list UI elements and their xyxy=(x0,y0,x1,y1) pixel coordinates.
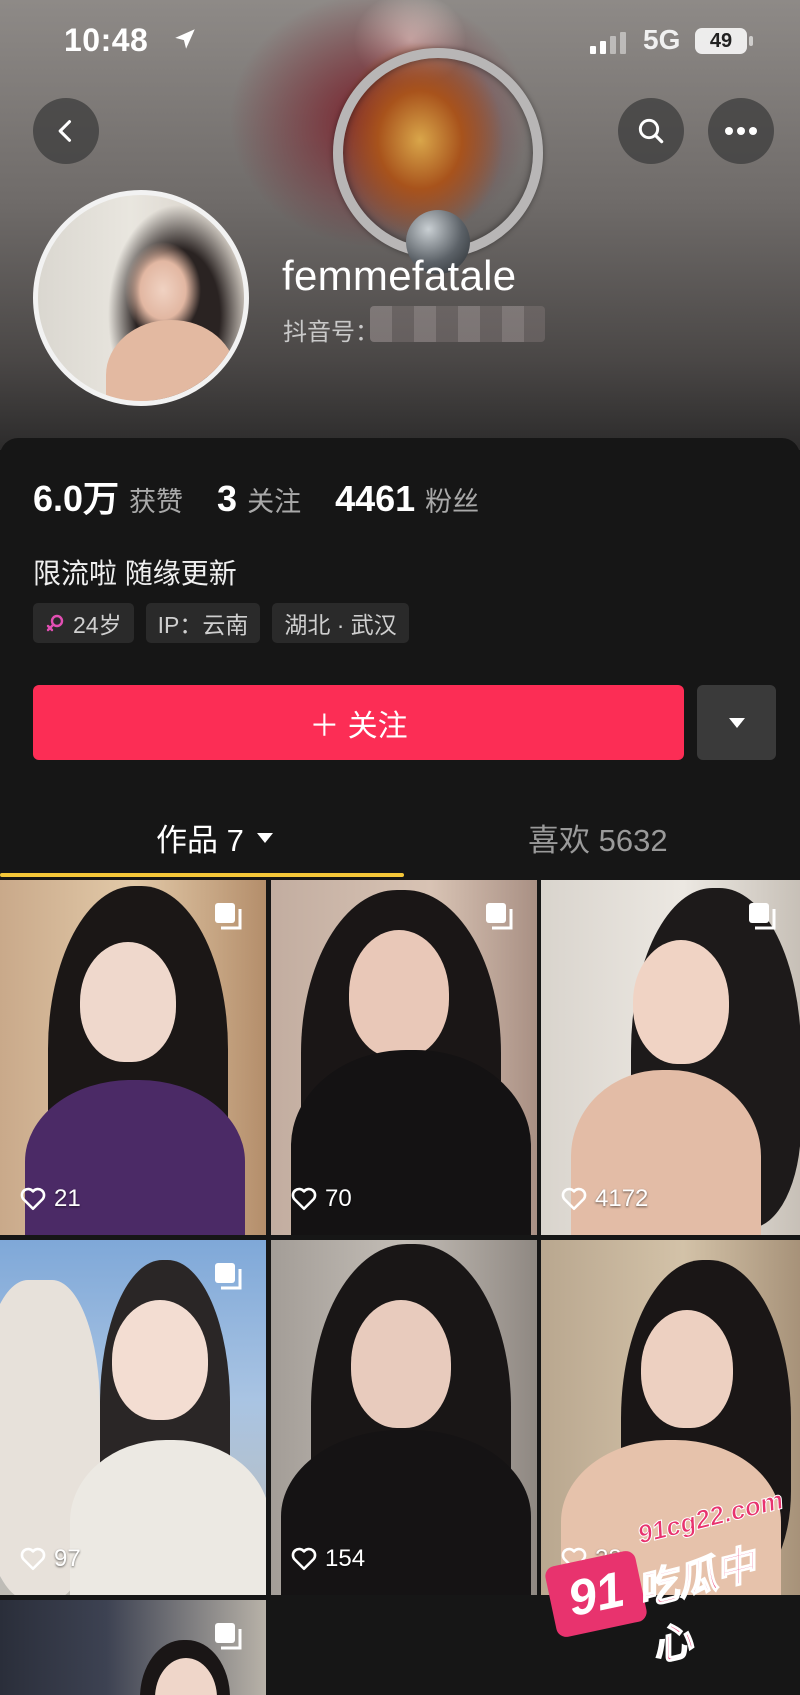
post-like-count: 154 xyxy=(291,1545,365,1573)
like-count-text: 70 xyxy=(325,1185,352,1212)
heart-icon xyxy=(20,1547,46,1571)
stat-following[interactable]: 3 关注 xyxy=(217,478,301,520)
thumb-figure-face xyxy=(351,1300,451,1428)
tag-location: 湖北 · 武汉 xyxy=(272,603,409,643)
profile-tags: 24岁 IP：云南 湖北 · 武汉 xyxy=(33,603,421,643)
caret-down-icon xyxy=(256,832,273,843)
multi-image-icon xyxy=(749,903,776,930)
battery-icon: 49 xyxy=(695,28,753,54)
post-thumbnail[interactable]: 4172 xyxy=(541,880,800,1235)
post-thumbnail[interactable]: 21 xyxy=(0,880,266,1235)
post-thumbnail[interactable]: 154 xyxy=(271,1240,537,1595)
like-count-text: 4172 xyxy=(595,1185,649,1212)
profile-username: femmefatale xyxy=(282,252,517,299)
heart-icon xyxy=(20,1187,46,1211)
heart-icon xyxy=(291,1187,317,1211)
signal-icon xyxy=(590,32,626,54)
profile-bio: 限流啦 随缘更新 xyxy=(33,558,237,589)
chevron-left-icon xyxy=(58,120,72,142)
avatar-figure xyxy=(106,320,236,401)
network-type: 5G xyxy=(643,24,681,55)
post-thumbnail[interactable]: 70 xyxy=(271,880,537,1235)
post-like-count: 4172 xyxy=(561,1185,648,1213)
back-button[interactable] xyxy=(33,98,99,164)
multi-image-icon xyxy=(215,903,242,930)
tab-works[interactable]: 作品 7 xyxy=(156,815,276,860)
douyin-id-redacted xyxy=(370,306,545,342)
post-thumbnail[interactable] xyxy=(0,1600,266,1695)
stat-label: 获赞 xyxy=(129,487,184,517)
tag-age: 24岁 xyxy=(33,603,134,643)
thumb-figure-face xyxy=(80,942,176,1062)
like-count-text: 154 xyxy=(325,1545,366,1572)
stat-value: 4461 xyxy=(335,478,416,519)
search-button[interactable] xyxy=(618,98,684,164)
tab-active-indicator xyxy=(0,873,404,877)
more-options-button[interactable] xyxy=(708,98,774,164)
tag-ip: IP：云南 xyxy=(145,603,261,643)
post-like-count: 21 xyxy=(20,1185,81,1213)
multi-image-icon xyxy=(486,903,513,930)
thumb-figure-face xyxy=(349,930,449,1058)
site-watermark: 91 91cg22.com 吃瓜中心 xyxy=(543,1484,800,1671)
tag-text: 湖北 · 武汉 xyxy=(284,612,397,638)
post-like-count: 70 xyxy=(291,1185,352,1213)
like-count-text: 97 xyxy=(54,1545,81,1572)
heart-icon xyxy=(561,1187,587,1211)
stat-value: 6.0万 xyxy=(33,478,120,519)
multi-image-icon xyxy=(215,1623,242,1650)
search-icon xyxy=(638,118,664,144)
post-like-count: 97 xyxy=(20,1545,81,1573)
more-dots-icon xyxy=(725,127,757,135)
thumb-figure-face xyxy=(112,1300,208,1420)
profile-avatar[interactable] xyxy=(33,190,249,406)
tab-liked[interactable]: 喜欢 5632 xyxy=(528,815,668,860)
tag-text: 24岁 xyxy=(73,612,122,638)
status-time: 10:48 xyxy=(64,22,149,58)
recommend-dropdown-button[interactable] xyxy=(697,685,776,760)
female-icon xyxy=(46,614,64,632)
profile-stats: 6.0万 获赞 3 关注 4461 粉丝 xyxy=(33,470,513,522)
post-thumbnail[interactable]: 97 xyxy=(0,1240,266,1595)
thumb-figure-face xyxy=(641,1310,733,1428)
tab-label: 作品 7 xyxy=(156,823,244,858)
thumb-figure-body xyxy=(70,1440,266,1595)
stat-label: 关注 xyxy=(247,487,302,517)
multi-image-icon xyxy=(215,1263,242,1290)
thumb-figure-face xyxy=(633,940,729,1064)
stat-followers[interactable]: 4461 粉丝 xyxy=(335,478,479,520)
location-arrow-icon xyxy=(175,29,195,49)
stat-value: 3 xyxy=(217,478,238,519)
like-count-text: 21 xyxy=(54,1185,81,1212)
douyin-id-label: 抖音号： xyxy=(283,319,379,346)
heart-icon xyxy=(291,1547,317,1571)
follow-button[interactable]: ＋ 关注 xyxy=(33,685,684,760)
tag-text: IP：云南 xyxy=(157,612,249,638)
status-bar: 10:48 5G 49 xyxy=(0,20,800,64)
stat-likes[interactable]: 6.0万 获赞 xyxy=(33,470,183,522)
tab-label: 喜欢 5632 xyxy=(528,823,668,858)
caret-down-icon xyxy=(728,717,745,728)
stat-label: 粉丝 xyxy=(425,487,480,517)
